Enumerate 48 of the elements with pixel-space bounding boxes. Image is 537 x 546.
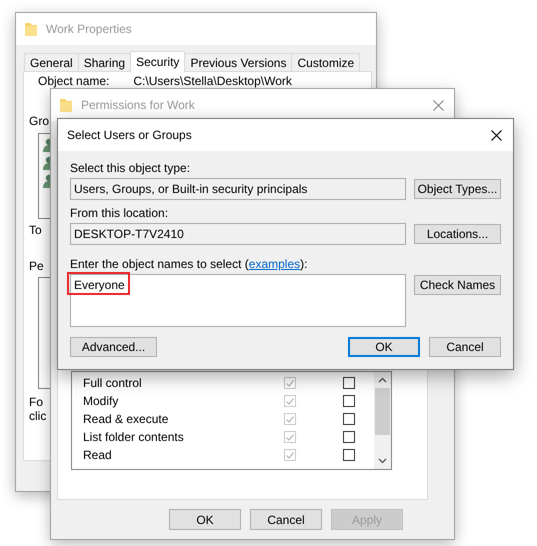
check-names-button[interactable]: Check Names — [414, 275, 501, 295]
object-name: C:\Users\Stella\Desktop\Work — [133, 75, 292, 88]
window-title: Select Users or Groups — [67, 128, 193, 142]
folder-icon — [59, 97, 73, 113]
permissions-label: Pe — [29, 259, 44, 273]
permission-name: Modify — [83, 394, 120, 408]
locations-button[interactable]: Locations... — [414, 224, 501, 244]
checkbox[interactable] — [343, 449, 355, 461]
to-label: To — [29, 223, 42, 237]
scroll-thumb[interactable] — [375, 388, 390, 435]
scroll-up-icon — [378, 377, 387, 383]
window-title: Permissions for Work — [81, 98, 196, 112]
close-icon — [433, 100, 444, 110]
names-label: Enter the object names to select (examples): — [70, 257, 308, 271]
dialog-button[interactable]: Cancel — [429, 337, 501, 357]
checkbox[interactable] — [343, 431, 355, 443]
close-button[interactable] — [489, 128, 504, 142]
tab[interactable]: Customize — [291, 53, 360, 71]
folder-icon — [24, 21, 38, 37]
object-type-label: Select this object type: — [70, 161, 192, 175]
close-icon — [491, 130, 502, 140]
permission-name: Read & execute — [83, 412, 170, 426]
advanced-button[interactable]: Advanced... — [70, 337, 157, 357]
tab[interactable]: Security — [130, 51, 186, 72]
permission-name: Read — [83, 448, 113, 462]
scrollbar[interactable] — [374, 372, 391, 469]
note-text: clic — [29, 409, 46, 423]
checkbox[interactable] — [343, 377, 355, 389]
examples-link[interactable]: examples — [248, 257, 300, 271]
dialog-button[interactable]: OK — [169, 509, 241, 530]
location-label: From this location: — [70, 206, 170, 220]
permission-name: Full control — [83, 376, 143, 390]
scroll-down-icon — [378, 458, 387, 464]
object-types-button[interactable]: Object Types... — [414, 179, 501, 199]
tab[interactable]: General — [24, 53, 79, 71]
checkbox[interactable] — [343, 413, 355, 425]
window-title: Work Properties — [46, 22, 133, 36]
dialog-button[interactable]: OK — [348, 337, 420, 357]
permission-name: List folder contents — [83, 430, 185, 444]
tab[interactable]: Sharing — [78, 53, 132, 71]
checkbox[interactable] — [343, 395, 355, 407]
note-text: Fo — [29, 395, 44, 409]
dialog-button[interactable]: Cancel — [250, 509, 322, 530]
object-name-label: Object name: — [38, 75, 110, 88]
groups-label: Gro — [29, 114, 50, 128]
names-field[interactable]: Everyone — [70, 274, 406, 327]
object-type-field: Users, Groups, or Built-in security principals — [70, 178, 406, 200]
location-field: DESKTOP-T7V2410 — [70, 223, 406, 245]
